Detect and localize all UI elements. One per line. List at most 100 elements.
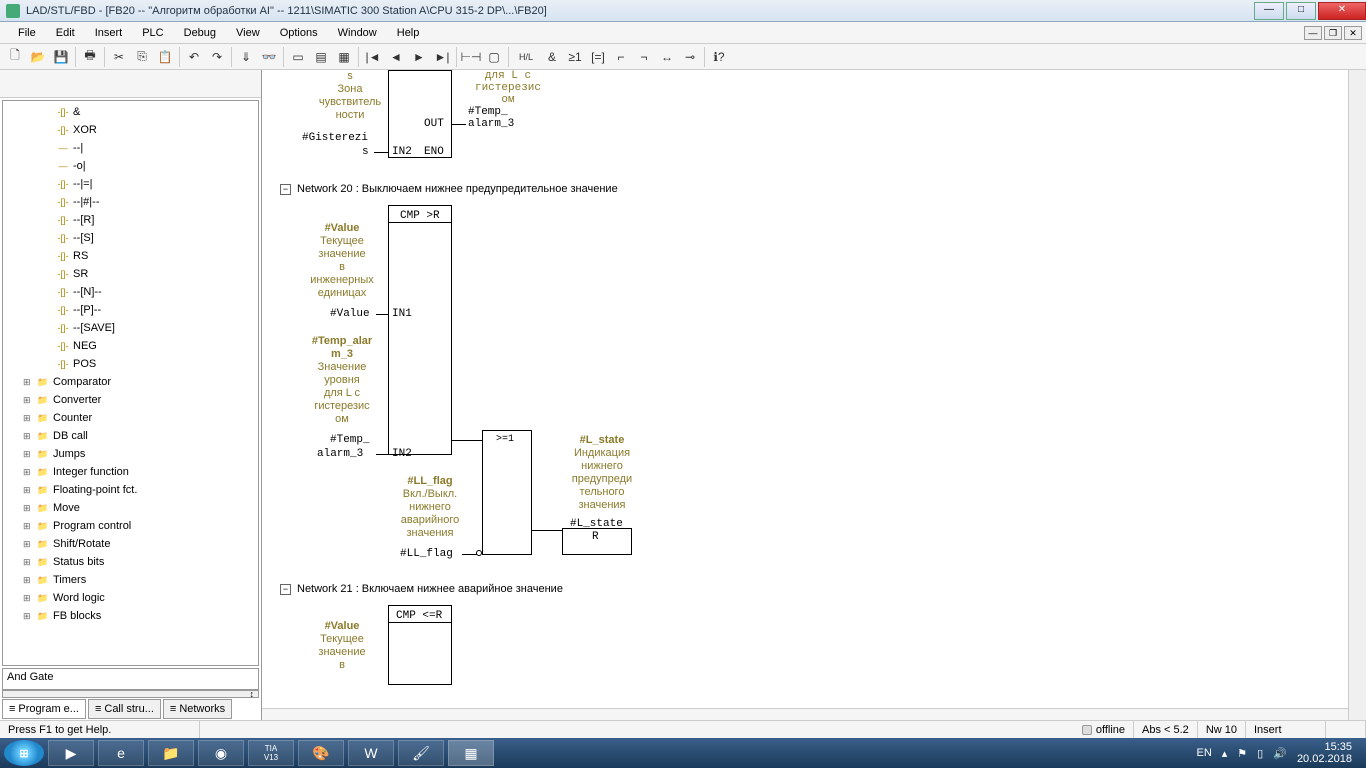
tree-folder[interactable]: ⊞📁Jumps bbox=[3, 445, 258, 463]
menu-edit[interactable]: Edit bbox=[46, 25, 85, 41]
menu-debug[interactable]: Debug bbox=[174, 25, 226, 41]
panel-drag-handle[interactable]: ↕ bbox=[2, 690, 259, 698]
tree-folder[interactable]: ⊞📁Move bbox=[3, 499, 258, 517]
tree-folder[interactable]: ⊞📁Shift/Rotate bbox=[3, 535, 258, 553]
vertical-scrollbar[interactable] bbox=[1348, 70, 1366, 720]
tree-folder[interactable]: ⊞📁Word logic bbox=[3, 589, 258, 607]
doc-restore-button[interactable]: ❐ bbox=[1324, 26, 1342, 40]
taskbar-tia-icon[interactable]: TIAV13 bbox=[248, 740, 294, 766]
tree-folder[interactable]: ⊞📁Status bits bbox=[3, 553, 258, 571]
tree-item[interactable]: -[]---[N]-- bbox=[3, 283, 258, 301]
contact-open-icon[interactable]: ⊢⊣ bbox=[460, 46, 482, 68]
connector-icon[interactable]: ↔ bbox=[656, 46, 678, 68]
taskbar-step7-icon[interactable]: ▦ bbox=[448, 740, 494, 766]
network-header[interactable]: −Network 20 : Выключаем нижнее предупред… bbox=[280, 183, 618, 196]
print-icon[interactable]: 🖶 bbox=[79, 46, 101, 68]
tree-folder[interactable]: ⊞📁Floating-point fct. bbox=[3, 481, 258, 499]
minimize-button[interactable]: — bbox=[1254, 2, 1284, 20]
tree-item[interactable]: -[]---|#|-- bbox=[3, 193, 258, 211]
tab-networks[interactable]: ≡Networks bbox=[163, 699, 232, 719]
box-icon[interactable]: ▢ bbox=[483, 46, 505, 68]
close-button[interactable]: ✕ bbox=[1318, 2, 1366, 20]
tree-item[interactable]: -[]---[P]-- bbox=[3, 301, 258, 319]
menu-help[interactable]: Help bbox=[387, 25, 430, 41]
nav-first-icon[interactable]: |◄ bbox=[362, 46, 384, 68]
tree-folder[interactable]: ⊞📁FB blocks bbox=[3, 607, 258, 625]
tray-lang[interactable]: EN bbox=[1196, 747, 1211, 759]
copy-icon[interactable]: ⎘ bbox=[131, 46, 153, 68]
tree-item[interactable]: -[]-& bbox=[3, 103, 258, 121]
tree-item[interactable]: -[]-SR bbox=[3, 265, 258, 283]
catalog-icon[interactable]: ▤ bbox=[310, 46, 332, 68]
tree-folder[interactable]: ⊞📁Counter bbox=[3, 409, 258, 427]
tree-item[interactable]: -[]-NEG bbox=[3, 337, 258, 355]
fbd-icon[interactable]: H/L bbox=[512, 46, 540, 68]
nav-prev-icon[interactable]: ◄ bbox=[385, 46, 407, 68]
cut-icon[interactable]: ✂ bbox=[108, 46, 130, 68]
collapse-icon[interactable]: − bbox=[280, 184, 291, 195]
taskbar-media-icon[interactable]: ▶ bbox=[48, 740, 94, 766]
tree-folder[interactable]: ⊞📁DB call bbox=[3, 427, 258, 445]
paste-icon[interactable]: 📋 bbox=[154, 46, 176, 68]
nav-last-icon[interactable]: ►| bbox=[431, 46, 453, 68]
taskbar-app1-icon[interactable]: 🎨 bbox=[298, 740, 344, 766]
tree-item[interactable]: -[]-POS bbox=[3, 355, 258, 373]
tree-item[interactable]: -[]---[S] bbox=[3, 229, 258, 247]
menu-plc[interactable]: PLC bbox=[132, 25, 173, 41]
help-icon[interactable]: ℹ? bbox=[708, 46, 730, 68]
workspace[interactable]: sЗона чувствитель ности #Gisterezi s IN2… bbox=[262, 70, 1348, 720]
element-tree[interactable]: -[]-&-[]-XOR—--|—-o|-[]---|=|-[]---|#|--… bbox=[2, 100, 259, 666]
network-header[interactable]: −Network 21 : Включаем нижнее аварийное … bbox=[280, 583, 563, 596]
tree-item[interactable]: -[]-XOR bbox=[3, 121, 258, 139]
block-icon[interactable]: ▭ bbox=[287, 46, 309, 68]
tray-vol-icon[interactable]: 🔊 bbox=[1273, 747, 1287, 760]
start-button[interactable]: ⊞ bbox=[4, 740, 44, 766]
doc-close-button[interactable]: ✕ bbox=[1344, 26, 1362, 40]
taskbar-chrome-icon[interactable]: ◉ bbox=[198, 740, 244, 766]
tree-folder[interactable]: ⊞📁Integer function bbox=[3, 463, 258, 481]
menu-window[interactable]: Window bbox=[328, 25, 387, 41]
collapse-icon[interactable]: − bbox=[280, 584, 291, 595]
tree-folder[interactable]: ⊞📁Comparator bbox=[3, 373, 258, 391]
tray-clock[interactable]: 15:35 20.02.2018 bbox=[1297, 741, 1352, 765]
or-icon[interactable]: ≥1 bbox=[564, 46, 586, 68]
tree-folder[interactable]: ⊞📁Program control bbox=[3, 517, 258, 535]
horizontal-scrollbar[interactable] bbox=[262, 708, 1348, 720]
branch-close-icon[interactable]: ¬ bbox=[633, 46, 655, 68]
tree-item[interactable]: —-o| bbox=[3, 157, 258, 175]
taskbar-paint-icon[interactable]: 🖌 bbox=[398, 740, 444, 766]
menu-view[interactable]: View bbox=[226, 25, 270, 41]
redo-icon[interactable]: ↷ bbox=[206, 46, 228, 68]
and-icon[interactable]: & bbox=[541, 46, 563, 68]
assign-icon[interactable]: [=] bbox=[587, 46, 609, 68]
taskbar-ie-icon[interactable]: e bbox=[98, 740, 144, 766]
tray-flag-icon[interactable]: ⚑ bbox=[1237, 747, 1247, 760]
tree-folder[interactable]: ⊞📁Timers bbox=[3, 571, 258, 589]
taskbar-explorer-icon[interactable]: 📁 bbox=[148, 740, 194, 766]
menu-file[interactable]: File bbox=[8, 25, 46, 41]
tray-net-icon[interactable]: ▯ bbox=[1257, 747, 1263, 760]
monitor-icon[interactable]: 👓 bbox=[258, 46, 280, 68]
tree-item[interactable]: -[]-RS bbox=[3, 247, 258, 265]
open-icon[interactable]: 📂 bbox=[27, 46, 49, 68]
tree-item[interactable]: -[]---|=| bbox=[3, 175, 258, 193]
menu-insert[interactable]: Insert bbox=[85, 25, 133, 41]
doc-minimize-button[interactable]: — bbox=[1304, 26, 1322, 40]
download-icon[interactable]: ⇓ bbox=[235, 46, 257, 68]
undo-icon[interactable]: ↶ bbox=[183, 46, 205, 68]
new-icon[interactable]: 🗋 bbox=[4, 46, 26, 68]
tree-item[interactable]: —--| bbox=[3, 139, 258, 157]
tree-item[interactable]: -[]---[SAVE] bbox=[3, 319, 258, 337]
neg-icon[interactable]: ⊸ bbox=[679, 46, 701, 68]
tab-program-elements[interactable]: ≡Program e... bbox=[2, 699, 86, 719]
tab-call-structure[interactable]: ≡Call stru... bbox=[88, 699, 161, 719]
menu-options[interactable]: Options bbox=[270, 25, 328, 41]
tree-folder[interactable]: ⊞📁Converter bbox=[3, 391, 258, 409]
nav-next-icon[interactable]: ► bbox=[408, 46, 430, 68]
branch-open-icon[interactable]: ⌐ bbox=[610, 46, 632, 68]
taskbar-word-icon[interactable]: W bbox=[348, 740, 394, 766]
detail-icon[interactable]: ▦ bbox=[333, 46, 355, 68]
tree-item[interactable]: -[]---[R] bbox=[3, 211, 258, 229]
save-icon[interactable]: 💾 bbox=[50, 46, 72, 68]
tray-up-icon[interactable]: ▴ bbox=[1222, 747, 1228, 760]
